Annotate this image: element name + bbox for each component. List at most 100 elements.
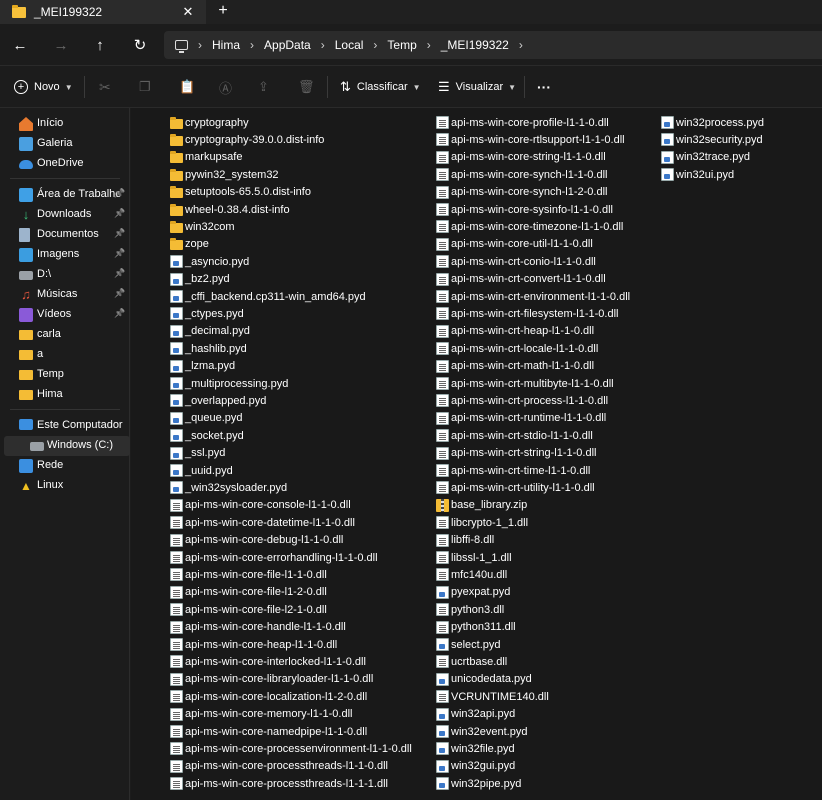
file-item[interactable]: api-ms-win-core-string-l1-1-0.dll (436, 149, 606, 166)
file-item[interactable]: _bz2.pyd (170, 271, 230, 288)
file-item[interactable]: api-ms-win-core-debug-l1-1-0.dll (170, 532, 343, 549)
sidebar-item-in-cio[interactable]: Início (0, 114, 130, 134)
file-item[interactable]: api-ms-win-core-synch-l1-1-0.dll (436, 166, 607, 183)
sidebar-item-linux[interactable]: ▲ Linux (0, 476, 130, 496)
file-item[interactable]: api-ms-win-crt-utility-l1-1-0.dll (436, 479, 595, 496)
file-item[interactable]: _ctypes.pyd (170, 305, 244, 322)
folder-item[interactable]: wheel-0.38.4.dist-info (170, 201, 290, 218)
file-item[interactable]: _overlapped.pyd (170, 392, 266, 409)
folder-item[interactable]: setuptools-65.5.0.dist-info (170, 184, 311, 201)
file-item[interactable]: api-ms-win-core-file-l1-2-0.dll (170, 584, 327, 601)
close-tab-button[interactable]: ✕ (181, 4, 195, 19)
folder-item[interactable]: markupsafe (170, 149, 242, 166)
sidebar-item-rea-de-trabalho[interactable]: Área de Trabalho 📌 (0, 185, 130, 205)
pin-icon[interactable]: 📌 (114, 248, 125, 259)
sidebar-item-imagens[interactable]: Imagens 📌 (0, 245, 130, 265)
file-item[interactable]: pyexpat.pyd (436, 584, 510, 601)
file-item[interactable]: win32event.pyd (436, 723, 527, 740)
forward-button[interactable]: → (51, 35, 71, 55)
sidebar-item-m-sicas[interactable]: ♫ Músicas 📌 (0, 285, 130, 305)
file-item[interactable]: api-ms-win-core-interlocked-l1-1-0.dll (170, 653, 366, 670)
breadcrumb-temp[interactable]: Temp (387, 38, 416, 52)
file-item[interactable]: api-ms-win-crt-heap-l1-1-0.dll (436, 323, 594, 340)
folder-item[interactable]: pywin32_system32 (170, 166, 279, 183)
file-item[interactable]: api-ms-win-core-handle-l1-1-0.dll (170, 619, 346, 636)
file-item[interactable]: _cffi_backend.cp311-win_amd64.pyd (170, 288, 366, 305)
file-item[interactable]: api-ms-win-core-processthreads-l1-1-0.dl… (170, 758, 388, 775)
file-item[interactable]: api-ms-win-crt-multibyte-l1-1-0.dll (436, 375, 614, 392)
file-item[interactable]: python3.dll (436, 601, 504, 618)
share-icon[interactable]: ⇪ (258, 76, 269, 98)
address-bar[interactable]: › Hima › AppData › Local › Temp › _MEI19… (164, 31, 822, 59)
file-item[interactable]: _socket.pyd (170, 427, 244, 444)
file-item[interactable]: api-ms-win-core-heap-l1-1-0.dll (170, 636, 337, 653)
sidebar-item-v-deos[interactable]: Vídeos 📌 (0, 305, 130, 325)
file-item[interactable]: _queue.pyd (170, 410, 243, 427)
file-item[interactable]: api-ms-win-core-util-l1-1-0.dll (436, 236, 593, 253)
breadcrumb-hima[interactable]: Hima (212, 38, 240, 52)
file-item[interactable]: api-ms-win-core-namedpipe-l1-1-0.dll (170, 723, 367, 740)
sidebar-item-downloads[interactable]: ↓ Downloads 📌 (0, 205, 130, 225)
file-item[interactable]: _multiprocessing.pyd (170, 375, 288, 392)
folder-item[interactable]: cryptography-39.0.0.dist-info (170, 131, 324, 148)
file-item[interactable]: api-ms-win-core-rtlsupport-l1-1-0.dll (436, 131, 625, 148)
sidebar-item-a[interactable]: a (0, 345, 130, 365)
sidebar-item-onedrive[interactable]: OneDrive (0, 154, 130, 174)
breadcrumb-local[interactable]: Local (335, 38, 364, 52)
new-button[interactable]: + Novo ▼ (14, 76, 73, 98)
back-button[interactable]: ← (10, 35, 30, 55)
file-item[interactable]: api-ms-win-crt-environment-l1-1-0.dll (436, 288, 630, 305)
file-item[interactable]: api-ms-win-core-datetime-l1-1-0.dll (170, 514, 355, 531)
file-item[interactable]: python311.dll (436, 619, 516, 636)
more-options-button[interactable]: ··· (537, 76, 551, 98)
view-button[interactable]: ☰ Visualizar ▼ (438, 76, 516, 98)
file-item[interactable]: api-ms-win-crt-filesystem-l1-1-0.dll (436, 305, 618, 322)
file-item[interactable]: mfc140u.dll (436, 566, 507, 583)
sidebar-item-windows-c[interactable]: Windows (C:) (4, 436, 130, 456)
file-item[interactable]: api-ms-win-core-file-l2-1-0.dll (170, 601, 327, 618)
pin-icon[interactable]: 📌 (114, 208, 125, 219)
pin-icon[interactable]: 📌 (114, 228, 125, 239)
sidebar-item-d[interactable]: D:\ 📌 (0, 265, 130, 285)
file-item[interactable]: api-ms-win-crt-runtime-l1-1-0.dll (436, 410, 606, 427)
breadcrumb-appdata[interactable]: AppData (264, 38, 311, 52)
file-item[interactable]: api-ms-win-crt-time-l1-1-0.dll (436, 462, 590, 479)
pin-icon[interactable]: 📌 (114, 188, 125, 199)
chevron-right-icon[interactable]: › (519, 38, 523, 52)
file-item[interactable]: api-ms-win-crt-stdio-l1-1-0.dll (436, 427, 593, 444)
breadcrumb-current[interactable]: _MEI199322 (441, 38, 509, 52)
file-item[interactable]: api-ms-win-core-libraryloader-l1-1-0.dll (170, 671, 373, 688)
tab-active[interactable]: _MEI199322 ✕ (0, 0, 206, 24)
file-item[interactable]: win32gui.pyd (436, 758, 515, 775)
file-item[interactable]: api-ms-win-core-memory-l1-1-0.dll (170, 706, 352, 723)
file-item[interactable]: api-ms-win-crt-locale-l1-1-0.dll (436, 340, 598, 357)
file-item[interactable]: api-ms-win-crt-process-l1-1-0.dll (436, 392, 608, 409)
sort-button[interactable]: ⇅ Classificar ▼ (340, 76, 421, 98)
file-item[interactable]: api-ms-win-core-sysinfo-l1-1-0.dll (436, 201, 613, 218)
sidebar-item-galeria[interactable]: Galeria (0, 134, 130, 154)
file-item[interactable]: win32api.pyd (436, 706, 515, 723)
file-item[interactable]: win32security.pyd (661, 131, 763, 148)
file-item[interactable]: _ssl.pyd (170, 445, 225, 462)
file-item[interactable]: _win32sysloader.pyd (170, 479, 287, 496)
folder-item[interactable]: cryptography (170, 114, 249, 131)
file-item[interactable]: ucrtbase.dll (436, 653, 507, 670)
folder-item[interactable]: zope (170, 236, 209, 253)
file-item[interactable]: api-ms-win-core-profile-l1-1-0.dll (436, 114, 609, 131)
file-item[interactable]: _uuid.pyd (170, 462, 233, 479)
file-item[interactable]: unicodedata.pyd (436, 671, 532, 688)
file-item[interactable]: VCRUNTIME140.dll (436, 688, 549, 705)
file-item[interactable]: api-ms-win-crt-math-l1-1-0.dll (436, 358, 594, 375)
file-item[interactable]: api-ms-win-crt-string-l1-1-0.dll (436, 445, 596, 462)
file-item[interactable]: api-ms-win-core-localization-l1-2-0.dll (170, 688, 367, 705)
file-item[interactable]: api-ms-win-core-console-l1-1-0.dll (170, 497, 351, 514)
file-item[interactable]: _hashlib.pyd (170, 340, 247, 357)
file-item[interactable]: win32trace.pyd (661, 149, 750, 166)
file-item[interactable]: base_library.zip (436, 497, 527, 514)
file-item[interactable]: api-ms-win-core-processthreads-l1-1-1.dl… (170, 775, 388, 792)
file-item[interactable]: api-ms-win-crt-conio-l1-1-0.dll (436, 253, 596, 270)
pin-icon[interactable]: 📌 (114, 308, 125, 319)
file-item[interactable]: api-ms-win-core-synch-l1-2-0.dll (436, 184, 607, 201)
cut-icon[interactable]: ✂ (99, 76, 111, 98)
file-item[interactable]: select.pyd (436, 636, 501, 653)
